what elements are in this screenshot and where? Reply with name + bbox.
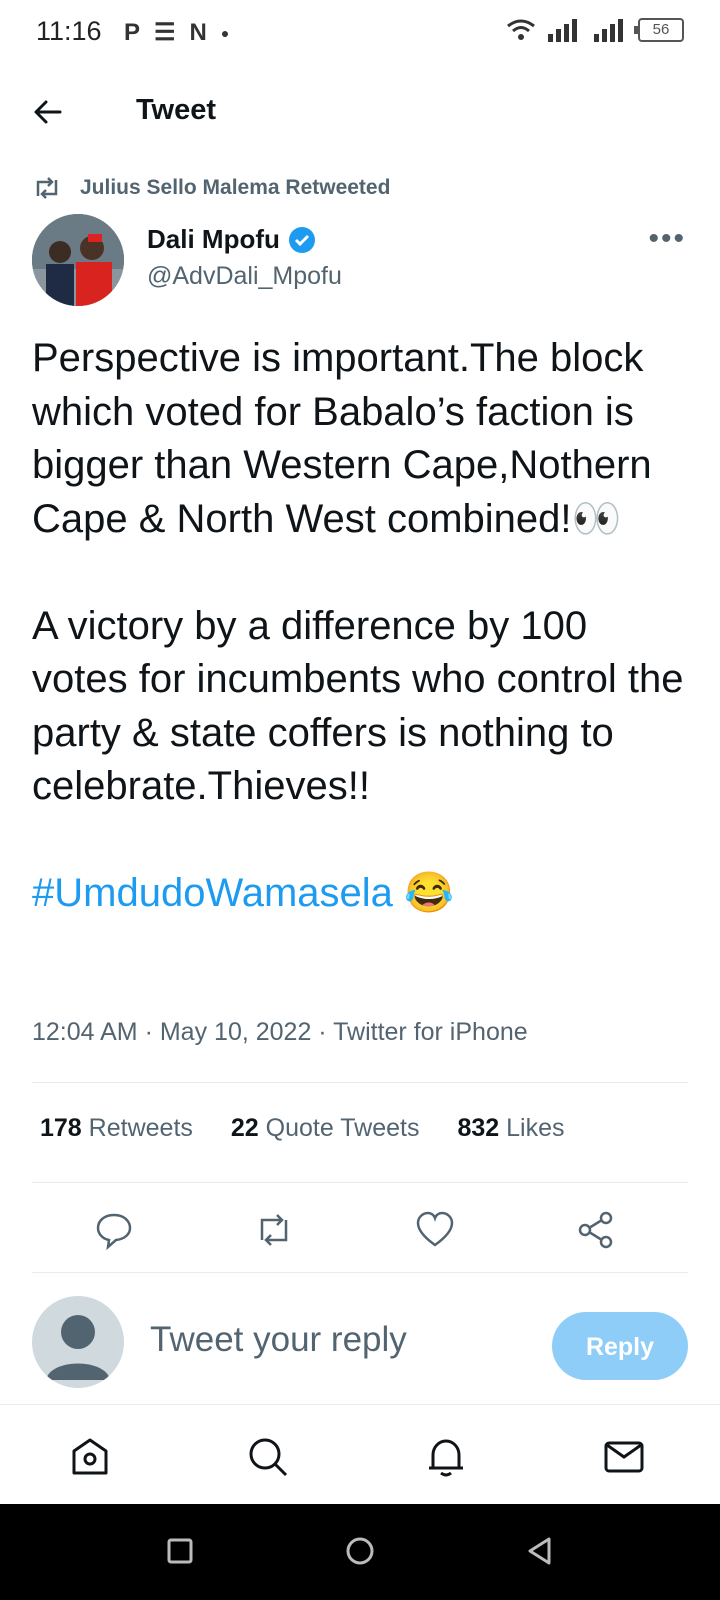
tweet-paragraph-1: Perspective is important.The block which… (32, 336, 663, 541)
reply-composer: Tweet your reply Reply (32, 1296, 688, 1388)
divider (32, 1272, 688, 1273)
reply-icon[interactable] (94, 1210, 134, 1250)
page-title: Tweet (136, 94, 217, 126)
dot-icon: ● (220, 24, 230, 41)
back-nav-icon[interactable] (525, 1536, 555, 1566)
like-icon[interactable] (415, 1210, 455, 1250)
signal-icon-2 (594, 19, 623, 42)
notifications-icon[interactable] (424, 1435, 468, 1479)
tweet-date: May 10, 2022 (159, 1018, 312, 1046)
recents-icon[interactable] (165, 1536, 195, 1566)
verified-badge-icon (288, 226, 315, 253)
more-options-icon[interactable]: ••• (648, 222, 686, 256)
wifi-icon (507, 19, 535, 40)
author-handle[interactable]: @AdvDali_Mpofu (147, 262, 342, 291)
reply-input[interactable]: Tweet your reply (150, 1320, 407, 1360)
tweet-author: Dali Mpofu @AdvDali_Mpofu ••• (32, 214, 688, 306)
likes-stat[interactable]: 832 Likes (457, 1114, 564, 1143)
bottom-tab-bar (0, 1404, 720, 1505)
n-icon: N (189, 18, 207, 46)
tweet-body: Perspective is important.The block which… (32, 332, 692, 921)
signal-icon (548, 19, 577, 42)
reply-button[interactable]: Reply (552, 1312, 688, 1380)
avatar[interactable] (32, 214, 124, 306)
news-icon: ☰ (154, 19, 176, 46)
retweet-icon (36, 177, 58, 199)
tweet-source[interactable]: Twitter for iPhone (333, 1018, 528, 1046)
retweet-context-text: Julius Sello Malema Retweeted (80, 176, 391, 199)
laughing-emoji: 😂 (404, 871, 454, 915)
search-icon[interactable] (246, 1435, 290, 1479)
tweet-paragraph-2: A victory by a difference by 100 votes f… (32, 603, 695, 809)
author-name[interactable]: Dali Mpofu (147, 224, 280, 255)
header: Tweet (0, 76, 720, 146)
p-icon: P (124, 18, 141, 46)
hashtag-link[interactable]: #UmdudoWamasela (32, 871, 393, 915)
status-bar: 11:16 P ☰ N ● 56 (0, 0, 720, 64)
home-icon[interactable] (68, 1435, 112, 1479)
divider (32, 1082, 688, 1083)
messages-icon[interactable] (602, 1435, 646, 1479)
system-nav-bar (0, 1504, 720, 1600)
tweet-time: 12:04 AM (32, 1018, 138, 1046)
quote-tweets-stat[interactable]: 22 Quote Tweets (231, 1114, 420, 1143)
tweet-actions (32, 1210, 688, 1270)
retweets-stat[interactable]: 178 Retweets (40, 1114, 193, 1143)
share-icon[interactable] (576, 1210, 616, 1250)
tweet-stats: 178 Retweets 22 Quote Tweets 832 Likes (40, 1114, 565, 1143)
user-avatar[interactable] (32, 1296, 124, 1388)
status-time: 11:16 (36, 16, 102, 46)
back-arrow-icon[interactable] (30, 94, 66, 130)
retweet-context[interactable]: Julius Sello Malema Retweeted (32, 176, 390, 200)
home-nav-icon[interactable] (345, 1536, 375, 1566)
battery-icon: 56 (634, 18, 684, 42)
retweet-action-icon[interactable] (254, 1210, 294, 1250)
tweet-meta: 12:04 AM · May 10, 2022 · Twitter for iP… (32, 1018, 528, 1046)
divider (32, 1182, 688, 1183)
